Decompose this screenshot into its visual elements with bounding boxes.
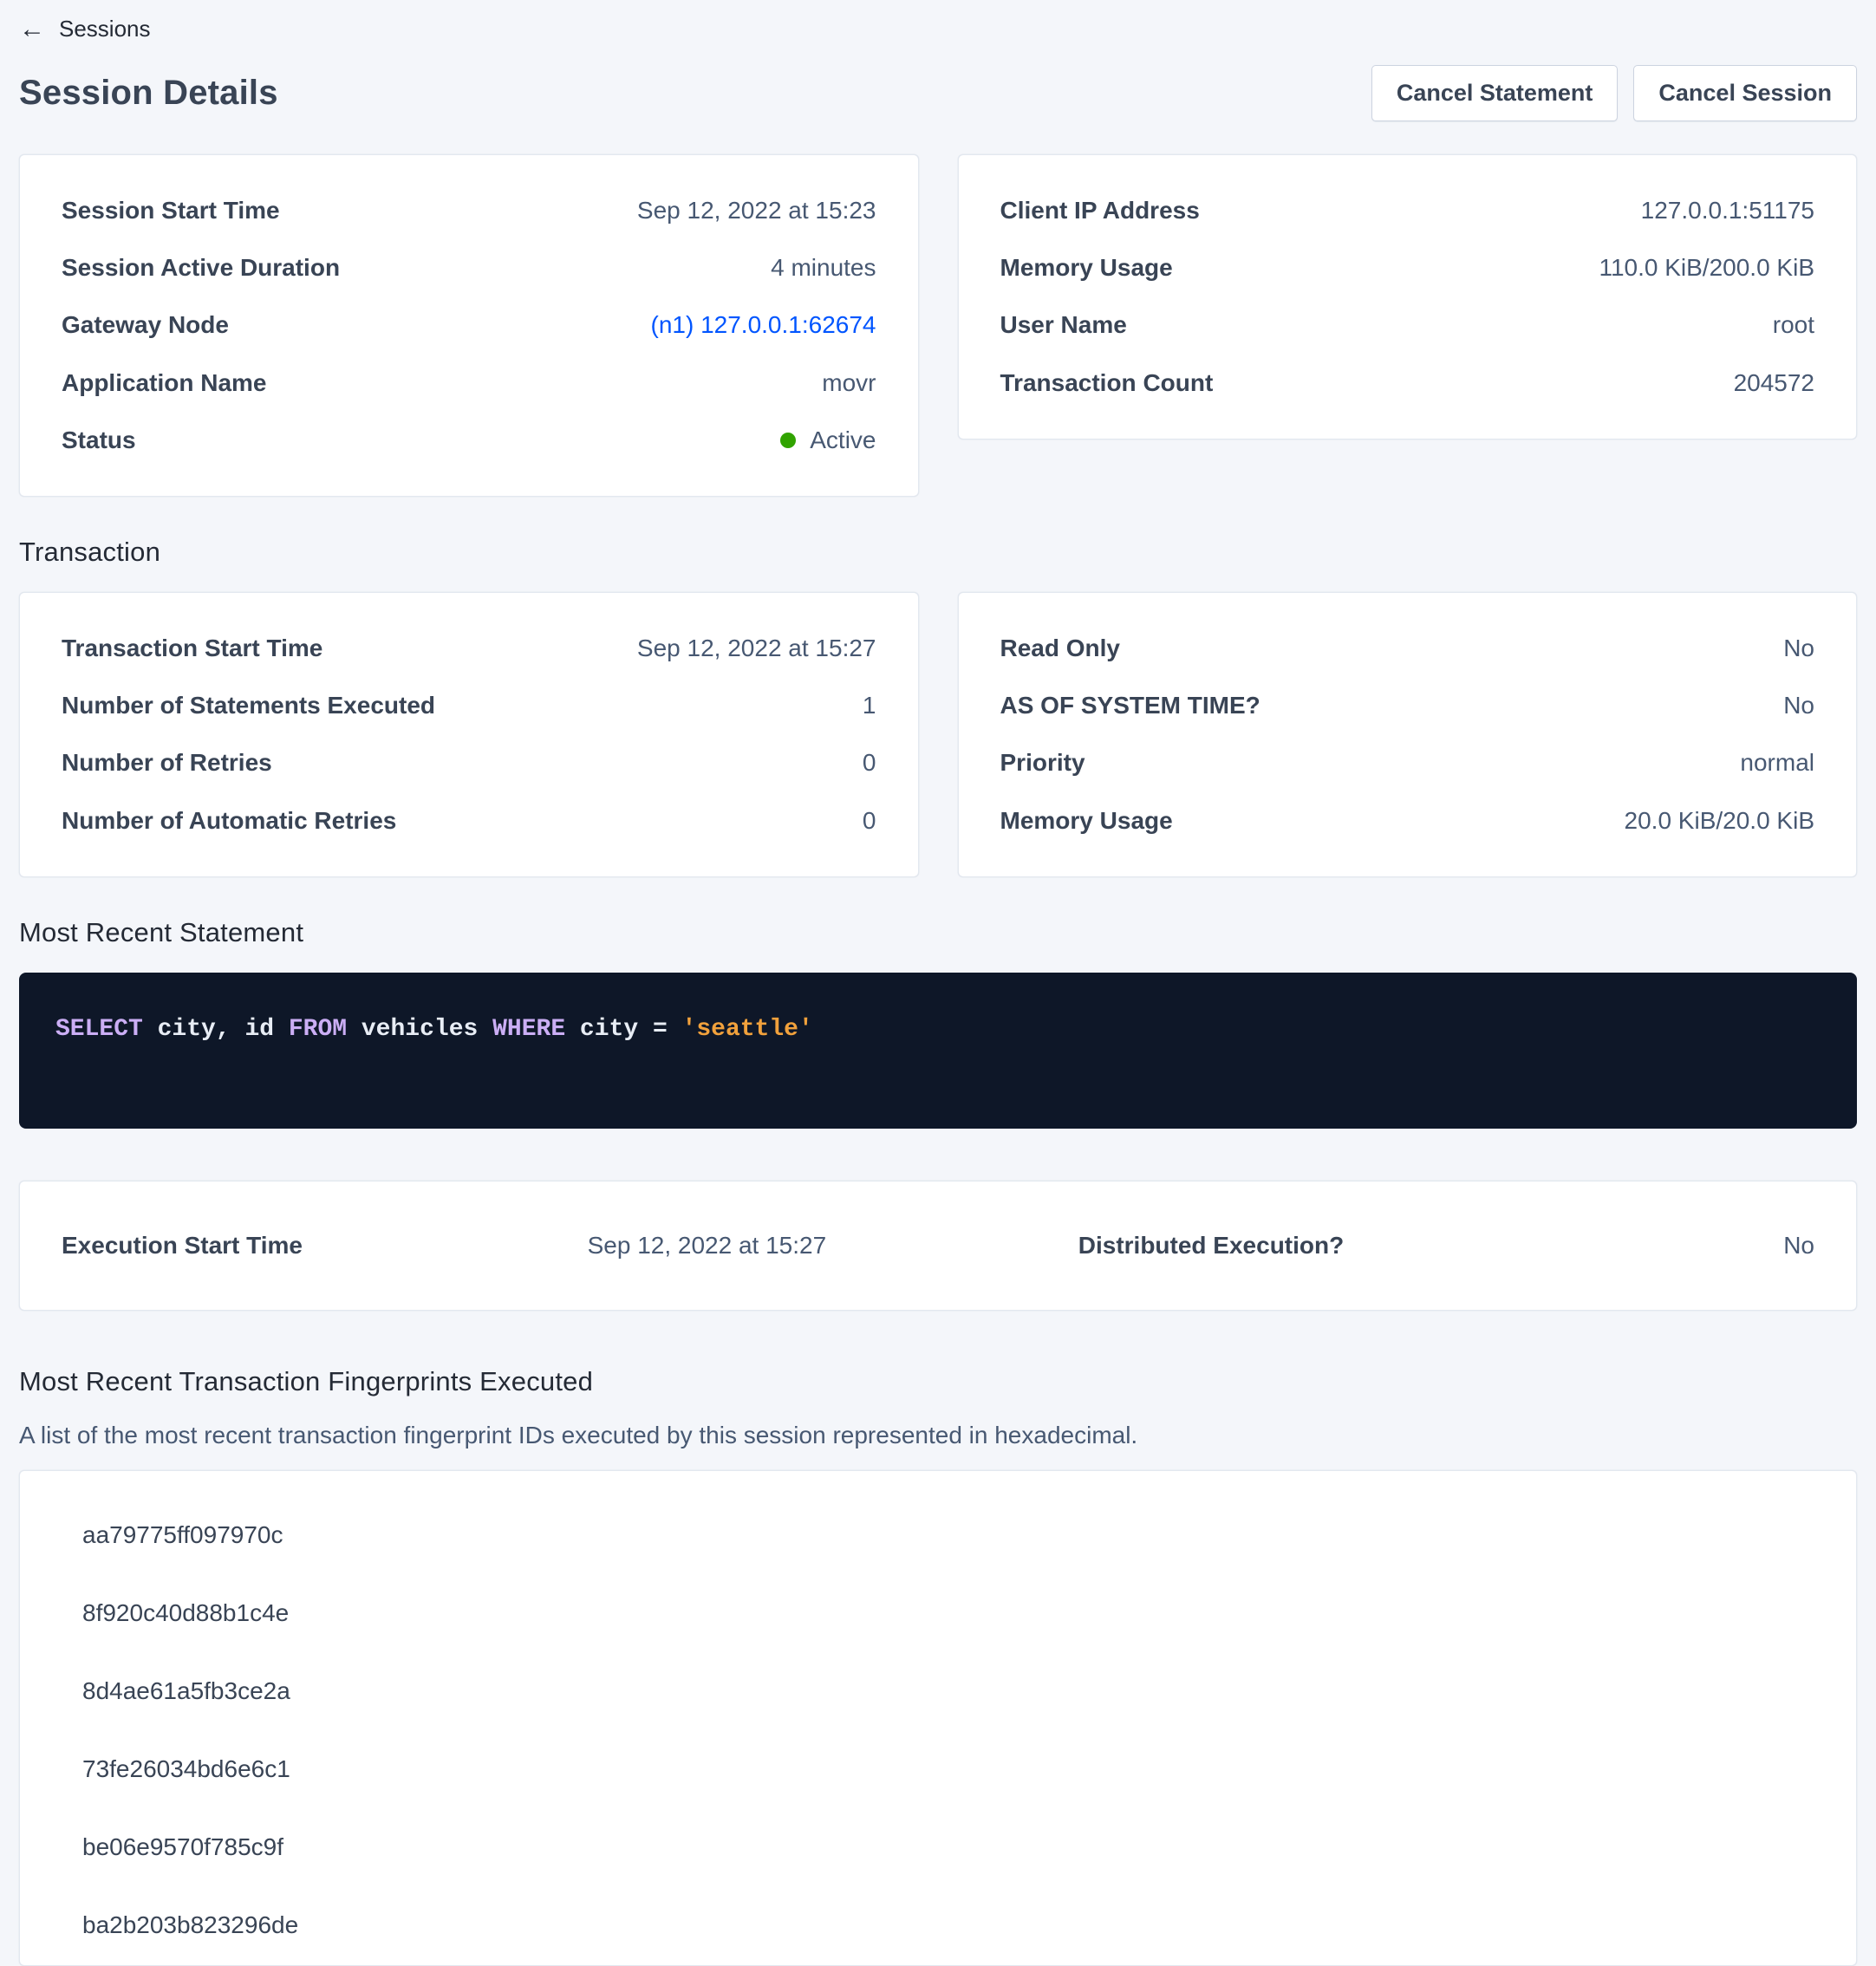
info-row-session-active-duration: Session Active Duration 4 minutes: [62, 254, 876, 282]
read-only-value: No: [1783, 635, 1814, 662]
execution-start-time-label: Execution Start Time: [62, 1232, 588, 1260]
info-row-transaction-start-time: Transaction Start Time Sep 12, 2022 at 15…: [62, 635, 876, 662]
number-of-retries-label: Number of Retries: [62, 749, 272, 777]
client-ip-address-label: Client IP Address: [1000, 197, 1200, 225]
cancel-statement-button[interactable]: Cancel Statement: [1371, 65, 1619, 121]
info-row-number-of-retries: Number of Retries 0: [62, 749, 876, 777]
memory-usage-label: Memory Usage: [1000, 254, 1173, 282]
as-of-system-time-label: AS OF SYSTEM TIME?: [1000, 692, 1260, 719]
page-title: Session Details: [19, 74, 278, 113]
transaction-start-time-label: Transaction Start Time: [62, 635, 322, 662]
fingerprint-id: be06e9570f785c9f: [20, 1833, 1856, 1861]
number-of-retries-value: 0: [863, 749, 876, 777]
as-of-system-time-value: No: [1783, 692, 1814, 719]
priority-value: normal: [1740, 749, 1814, 777]
fingerprint-id: ba2b203b823296de: [20, 1911, 1856, 1939]
info-row-application-name: Application Name movr: [62, 369, 876, 397]
sql-token-keyword: WHERE: [492, 1016, 565, 1043]
memory-usage-label: Memory Usage: [1000, 807, 1173, 835]
fingerprints-description: A list of the most recent transaction fi…: [19, 1422, 1857, 1449]
fingerprint-id: 8d4ae61a5fb3ce2a: [20, 1677, 1856, 1705]
transaction-card-left: Transaction Start Time Sep 12, 2022 at 15…: [19, 592, 919, 877]
memory-usage-value: 110.0 KiB/200.0 KiB: [1599, 254, 1814, 282]
status-label: Status: [62, 426, 136, 454]
session-active-duration-value: 4 minutes: [771, 254, 876, 282]
info-row-client-ip-address: Client IP Address 127.0.0.1:51175: [1000, 197, 1815, 225]
number-of-statements-executed-label: Number of Statements Executed: [62, 692, 435, 719]
session-active-duration-label: Session Active Duration: [62, 254, 340, 282]
cancel-session-button[interactable]: Cancel Session: [1633, 65, 1857, 121]
memory-usage-value: 20.0 KiB/20.0 KiB: [1625, 807, 1814, 835]
gateway-node-label: Gateway Node: [62, 311, 229, 339]
info-row-number-of-statements-executed: Number of Statements Executed 1: [62, 692, 876, 719]
fingerprint-id: 8f920c40d88b1c4e: [20, 1599, 1856, 1627]
user-name-label: User Name: [1000, 311, 1127, 339]
number-of-automatic-retries-value: 0: [863, 807, 876, 835]
transaction-grid: Transaction Start Time Sep 12, 2022 at 15…: [19, 592, 1857, 877]
session-info-card-left: Session Start TimeSep 12, 2022 at 15:23S…: [19, 154, 919, 497]
sql-token-plain: city, id: [143, 1016, 289, 1043]
transaction-start-time-value: Sep 12, 2022 at 15:27: [637, 635, 876, 662]
sql-token-plain: vehicles: [347, 1016, 492, 1043]
header-actions: Cancel Statement Cancel Session: [1371, 65, 1857, 121]
sql-token-plain: city =: [565, 1016, 681, 1043]
back-arrow-icon: ←: [19, 16, 45, 42]
read-only-label: Read Only: [1000, 635, 1120, 662]
info-row-gateway-node: Gateway Node (n1) 127.0.0.1:62674: [62, 311, 876, 339]
number-of-automatic-retries-label: Number of Automatic Retries: [62, 807, 396, 835]
breadcrumb-back-sessions[interactable]: ← Sessions: [19, 0, 151, 42]
distributed-execution-label: Distributed Execution?: [1078, 1232, 1569, 1260]
session-summary-grid: Session Start TimeSep 12, 2022 at 15:23S…: [19, 154, 1857, 497]
info-row-session-start-time: Session Start Time Sep 12, 2022 at 15:23: [62, 197, 876, 225]
fingerprints-section-heading: Most Recent Transaction Fingerprints Exe…: [19, 1366, 1857, 1397]
gateway-node-link[interactable]: (n1) 127.0.0.1:62674: [651, 311, 876, 339]
info-row-number-of-automatic-retries: Number of Automatic Retries 0: [62, 807, 876, 835]
sql-token-keyword: FROM: [289, 1016, 347, 1043]
info-row-transaction-count: Transaction Count 204572: [1000, 369, 1815, 397]
number-of-statements-executed-value: 1: [863, 692, 876, 719]
info-row-memory-usage: Memory Usage 110.0 KiB/200.0 KiB: [1000, 254, 1815, 282]
info-row-status: Status Active: [62, 426, 876, 454]
fingerprint-id: 73fe26034bd6e6c1: [20, 1755, 1856, 1783]
status-active-dot: [780, 433, 796, 448]
execution-info-card: Execution Start Time Sep 12, 2022 at 15:…: [19, 1181, 1857, 1311]
info-row-read-only: Read Only No: [1000, 635, 1815, 662]
info-row-priority: Priority normal: [1000, 749, 1815, 777]
session-start-time-label: Session Start Time: [62, 197, 280, 225]
priority-label: Priority: [1000, 749, 1085, 777]
status-value: Active: [780, 426, 876, 454]
distributed-execution-value: No: [1569, 1232, 1814, 1260]
sql-token-string: 'seattle': [682, 1016, 813, 1043]
session-details-page: ← Sessions Session Details Cancel Statem…: [0, 0, 1876, 1966]
statement-section-heading: Most Recent Statement: [19, 917, 1857, 948]
transaction-count-label: Transaction Count: [1000, 369, 1214, 397]
info-row-user-name: User Name root: [1000, 311, 1815, 339]
client-ip-address-value: 127.0.0.1:51175: [1641, 197, 1814, 225]
transaction-count-value: 204572: [1734, 369, 1814, 397]
page-header: Session Details Cancel Statement Cancel …: [19, 65, 1857, 121]
application-name-label: Application Name: [62, 369, 266, 397]
application-name-value: movr: [822, 369, 876, 397]
fingerprints-card: aa79775ff097970c 8f920c40d88b1c4e 8d4ae61a…: [19, 1470, 1857, 1966]
execution-start-time-value: Sep 12, 2022 at 15:27: [588, 1232, 1078, 1260]
info-row-memory-usage: Memory Usage 20.0 KiB/20.0 KiB: [1000, 807, 1815, 835]
sql-statement-text: SELECT city, id FROM vehicles WHERE city…: [55, 1016, 813, 1043]
breadcrumb-label: Sessions: [59, 16, 151, 42]
sql-token-keyword: SELECT: [55, 1016, 143, 1043]
session-info-card-right: Client IP Address 127.0.0.1:51175 Memory U…: [958, 154, 1858, 439]
sql-statement-box: SELECT city, id FROM vehicles WHERE city…: [19, 973, 1857, 1129]
session-start-time-value: Sep 12, 2022 at 15:23: [637, 197, 876, 225]
user-name-value: root: [1773, 311, 1814, 339]
transaction-card-right: Read Only No AS OF SYSTEM TIME? No Priority n…: [958, 592, 1858, 877]
info-row-as-of-system-time: AS OF SYSTEM TIME? No: [1000, 692, 1815, 719]
transaction-section-heading: Transaction: [19, 537, 1857, 568]
fingerprint-id: aa79775ff097970c: [20, 1521, 1856, 1549]
